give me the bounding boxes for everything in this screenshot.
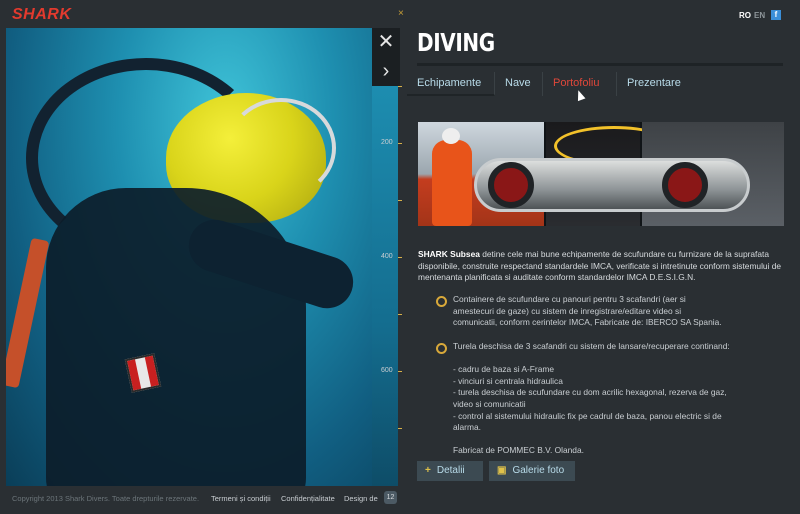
list-line: - turela deschisa de scufundare cu dom a… bbox=[453, 387, 727, 398]
gallery-icon: ▣ bbox=[497, 465, 507, 476]
photo-controls: ✕ › bbox=[372, 28, 400, 86]
gallery-label: Galerie foto bbox=[512, 465, 565, 476]
intro-paragraph: SHARK Subsea detine cele mai bune echipa… bbox=[418, 249, 784, 284]
ruler-label: 600 bbox=[381, 367, 393, 374]
ruler-tick bbox=[398, 143, 402, 144]
ruler-tick bbox=[398, 200, 402, 201]
terms-link[interactable]: Termeni și condiții bbox=[211, 494, 271, 503]
shark-logo[interactable]: SHARK bbox=[12, 6, 71, 24]
list-line: video si comunicatii bbox=[453, 398, 526, 409]
tab-bar: Echipamente Nave Portofoliu Prezentare bbox=[407, 72, 783, 96]
diver-body-shape bbox=[46, 188, 306, 486]
cable-shape bbox=[226, 98, 336, 198]
rov-thruster-shape bbox=[488, 162, 534, 208]
bullet-icon bbox=[436, 296, 448, 307]
design-credit: Design de bbox=[344, 494, 378, 503]
language-switch: RO EN bbox=[739, 11, 765, 20]
intro-bold: SHARK Subsea bbox=[418, 249, 480, 259]
list-item: Containere de scufundare cu panouri pent… bbox=[453, 294, 783, 329]
close-icon[interactable]: ✕ bbox=[372, 28, 400, 57]
tab-prezentare[interactable]: Prezentare bbox=[617, 72, 707, 96]
page-title: DIVING bbox=[417, 28, 495, 57]
tab-nave[interactable]: Nave bbox=[495, 72, 543, 96]
ruler-tick bbox=[398, 371, 402, 372]
list-item: Turela deschisa de 3 scafandri cu sistem… bbox=[453, 341, 783, 457]
list-line bbox=[453, 353, 783, 365]
list-line bbox=[453, 434, 783, 446]
worker-shape bbox=[432, 140, 472, 226]
photo-gallery-button[interactable]: ▣ Galerie foto bbox=[489, 461, 575, 481]
ruler-tick bbox=[398, 86, 402, 87]
diver-photo bbox=[6, 28, 372, 486]
designer-logo-icon[interactable]: 12 bbox=[384, 491, 397, 504]
ruler-label: 400 bbox=[381, 253, 393, 260]
lang-ro[interactable]: RO bbox=[739, 11, 751, 20]
details-label: Detalii bbox=[436, 465, 465, 476]
list-line: - vinciuri si centrala hidraulica bbox=[453, 375, 563, 386]
photo-edge bbox=[372, 86, 398, 486]
lang-en[interactable]: EN bbox=[754, 11, 765, 20]
list-line: Containere de scufundare cu panouri pent… bbox=[453, 294, 686, 304]
ruler-tick bbox=[398, 257, 402, 258]
list-line: amestecuri de gaze) cu sistem de inregis… bbox=[453, 305, 682, 316]
next-arrow-icon[interactable]: › bbox=[372, 57, 400, 86]
ruler-tick bbox=[398, 428, 402, 429]
worker-helmet-shape bbox=[442, 128, 460, 144]
list-line: Fabricat de POMMEC B.V. Olanda. bbox=[453, 445, 584, 456]
tab-echipamente[interactable]: Echipamente bbox=[407, 72, 495, 96]
rov-thruster-shape bbox=[662, 162, 708, 208]
facebook-icon[interactable]: f bbox=[771, 10, 781, 20]
details-button[interactable]: + Detalii bbox=[417, 461, 483, 481]
privacy-link[interactable]: Confidențialitate bbox=[281, 494, 335, 503]
copyright-text: Copyright 2013 Shark Divers. Toate drept… bbox=[12, 494, 200, 503]
plus-icon: + bbox=[425, 465, 431, 476]
list-line: comunicatii, conform cerintelor IMCA, Fa… bbox=[453, 317, 722, 328]
bullet-icon bbox=[436, 343, 448, 354]
strap-shape bbox=[6, 237, 50, 389]
small-close-icon[interactable]: × bbox=[398, 8, 404, 19]
list-line: - control al sistemului hidraulic fix pe… bbox=[453, 410, 722, 421]
ruler-label: 200 bbox=[381, 139, 393, 146]
list-line: - cadru de baza si A-Frame bbox=[453, 364, 555, 375]
title-divider bbox=[417, 63, 783, 66]
list-line: Turela deschisa de 3 scafandri cu sistem… bbox=[453, 341, 730, 351]
equipment-collage[interactable] bbox=[418, 122, 784, 226]
list-line: alarma. bbox=[453, 422, 481, 433]
ruler-tick bbox=[398, 314, 402, 315]
